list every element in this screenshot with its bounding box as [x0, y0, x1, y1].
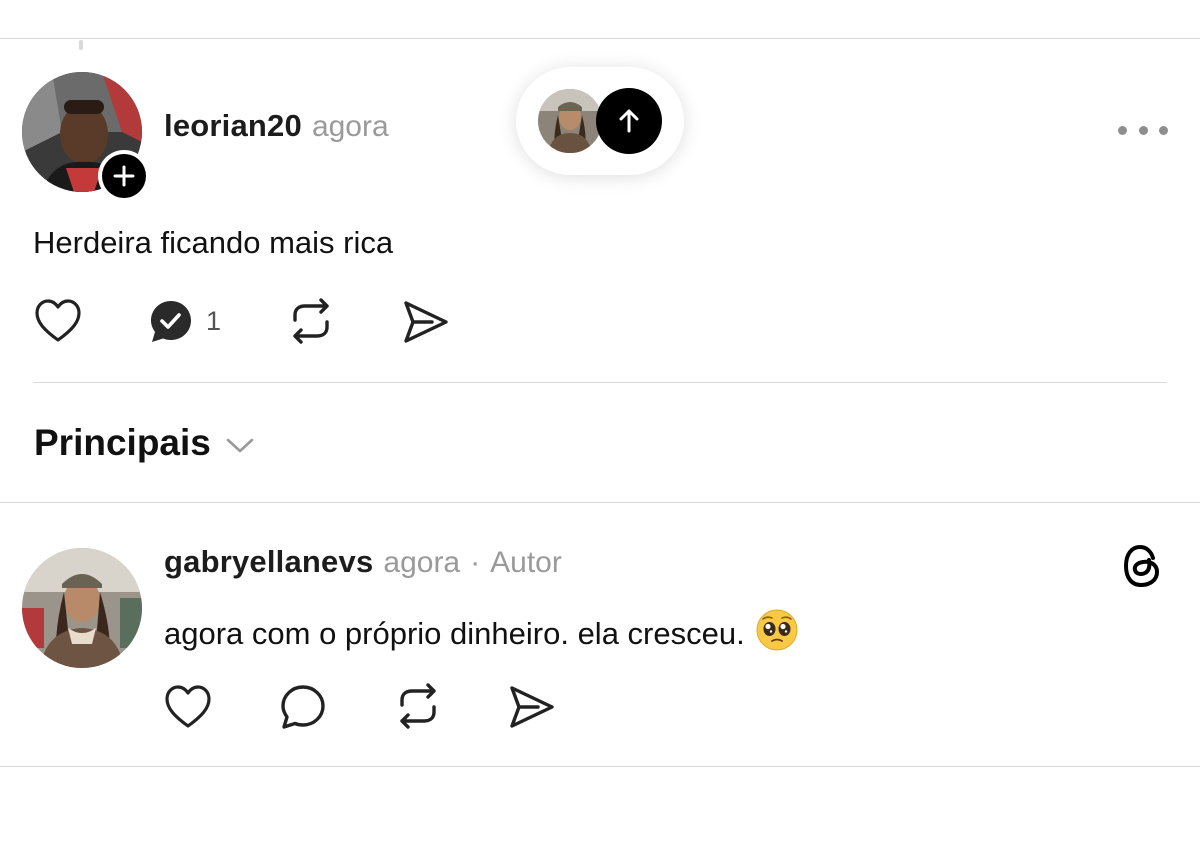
- reply-like-icon[interactable]: [163, 683, 213, 731]
- reply-comment-icon[interactable]: [278, 683, 328, 731]
- reply-share-icon[interactable]: [508, 684, 556, 730]
- section-title: Principais: [34, 422, 211, 463]
- section-divider: [0, 502, 1200, 503]
- threads-logo-icon[interactable]: [1120, 543, 1164, 589]
- pill-avatar: [538, 89, 602, 153]
- reply-time: agora: [383, 546, 461, 579]
- post-time: agora: [311, 110, 389, 143]
- reply-author-avatar[interactable]: [22, 548, 142, 668]
- like-icon[interactable]: [33, 297, 83, 345]
- pleading-face-emoji: [755, 608, 799, 660]
- reply-count: 1: [206, 306, 222, 336]
- thread-line: [79, 40, 83, 50]
- reply-icon[interactable]: [147, 298, 195, 346]
- follow-button[interactable]: [98, 150, 150, 202]
- post-text: Herdeira ficando mais rica: [33, 225, 394, 260]
- plus-icon: [102, 154, 146, 198]
- author-badge: Autor: [490, 546, 562, 579]
- repost-icon[interactable]: [287, 298, 335, 344]
- post-username[interactable]: leorian20: [164, 108, 302, 144]
- reply-text: agora com o próprio dinheiro. ela cresce…: [164, 616, 745, 651]
- bottom-divider: [0, 766, 1200, 767]
- arrow-up-icon[interactable]: [596, 88, 662, 154]
- meta-separator: ·: [470, 546, 481, 579]
- reply-repost-icon[interactable]: [394, 683, 442, 729]
- sort-selector[interactable]: Principais: [34, 422, 255, 464]
- post-divider: [33, 382, 1167, 383]
- share-icon[interactable]: [402, 299, 450, 345]
- top-divider: [0, 38, 1200, 39]
- more-options-icon[interactable]: [1118, 116, 1168, 144]
- new-post-pill[interactable]: [516, 67, 684, 175]
- reply-username[interactable]: gabryellanevs: [164, 544, 373, 580]
- chevron-down-icon: [225, 437, 255, 455]
